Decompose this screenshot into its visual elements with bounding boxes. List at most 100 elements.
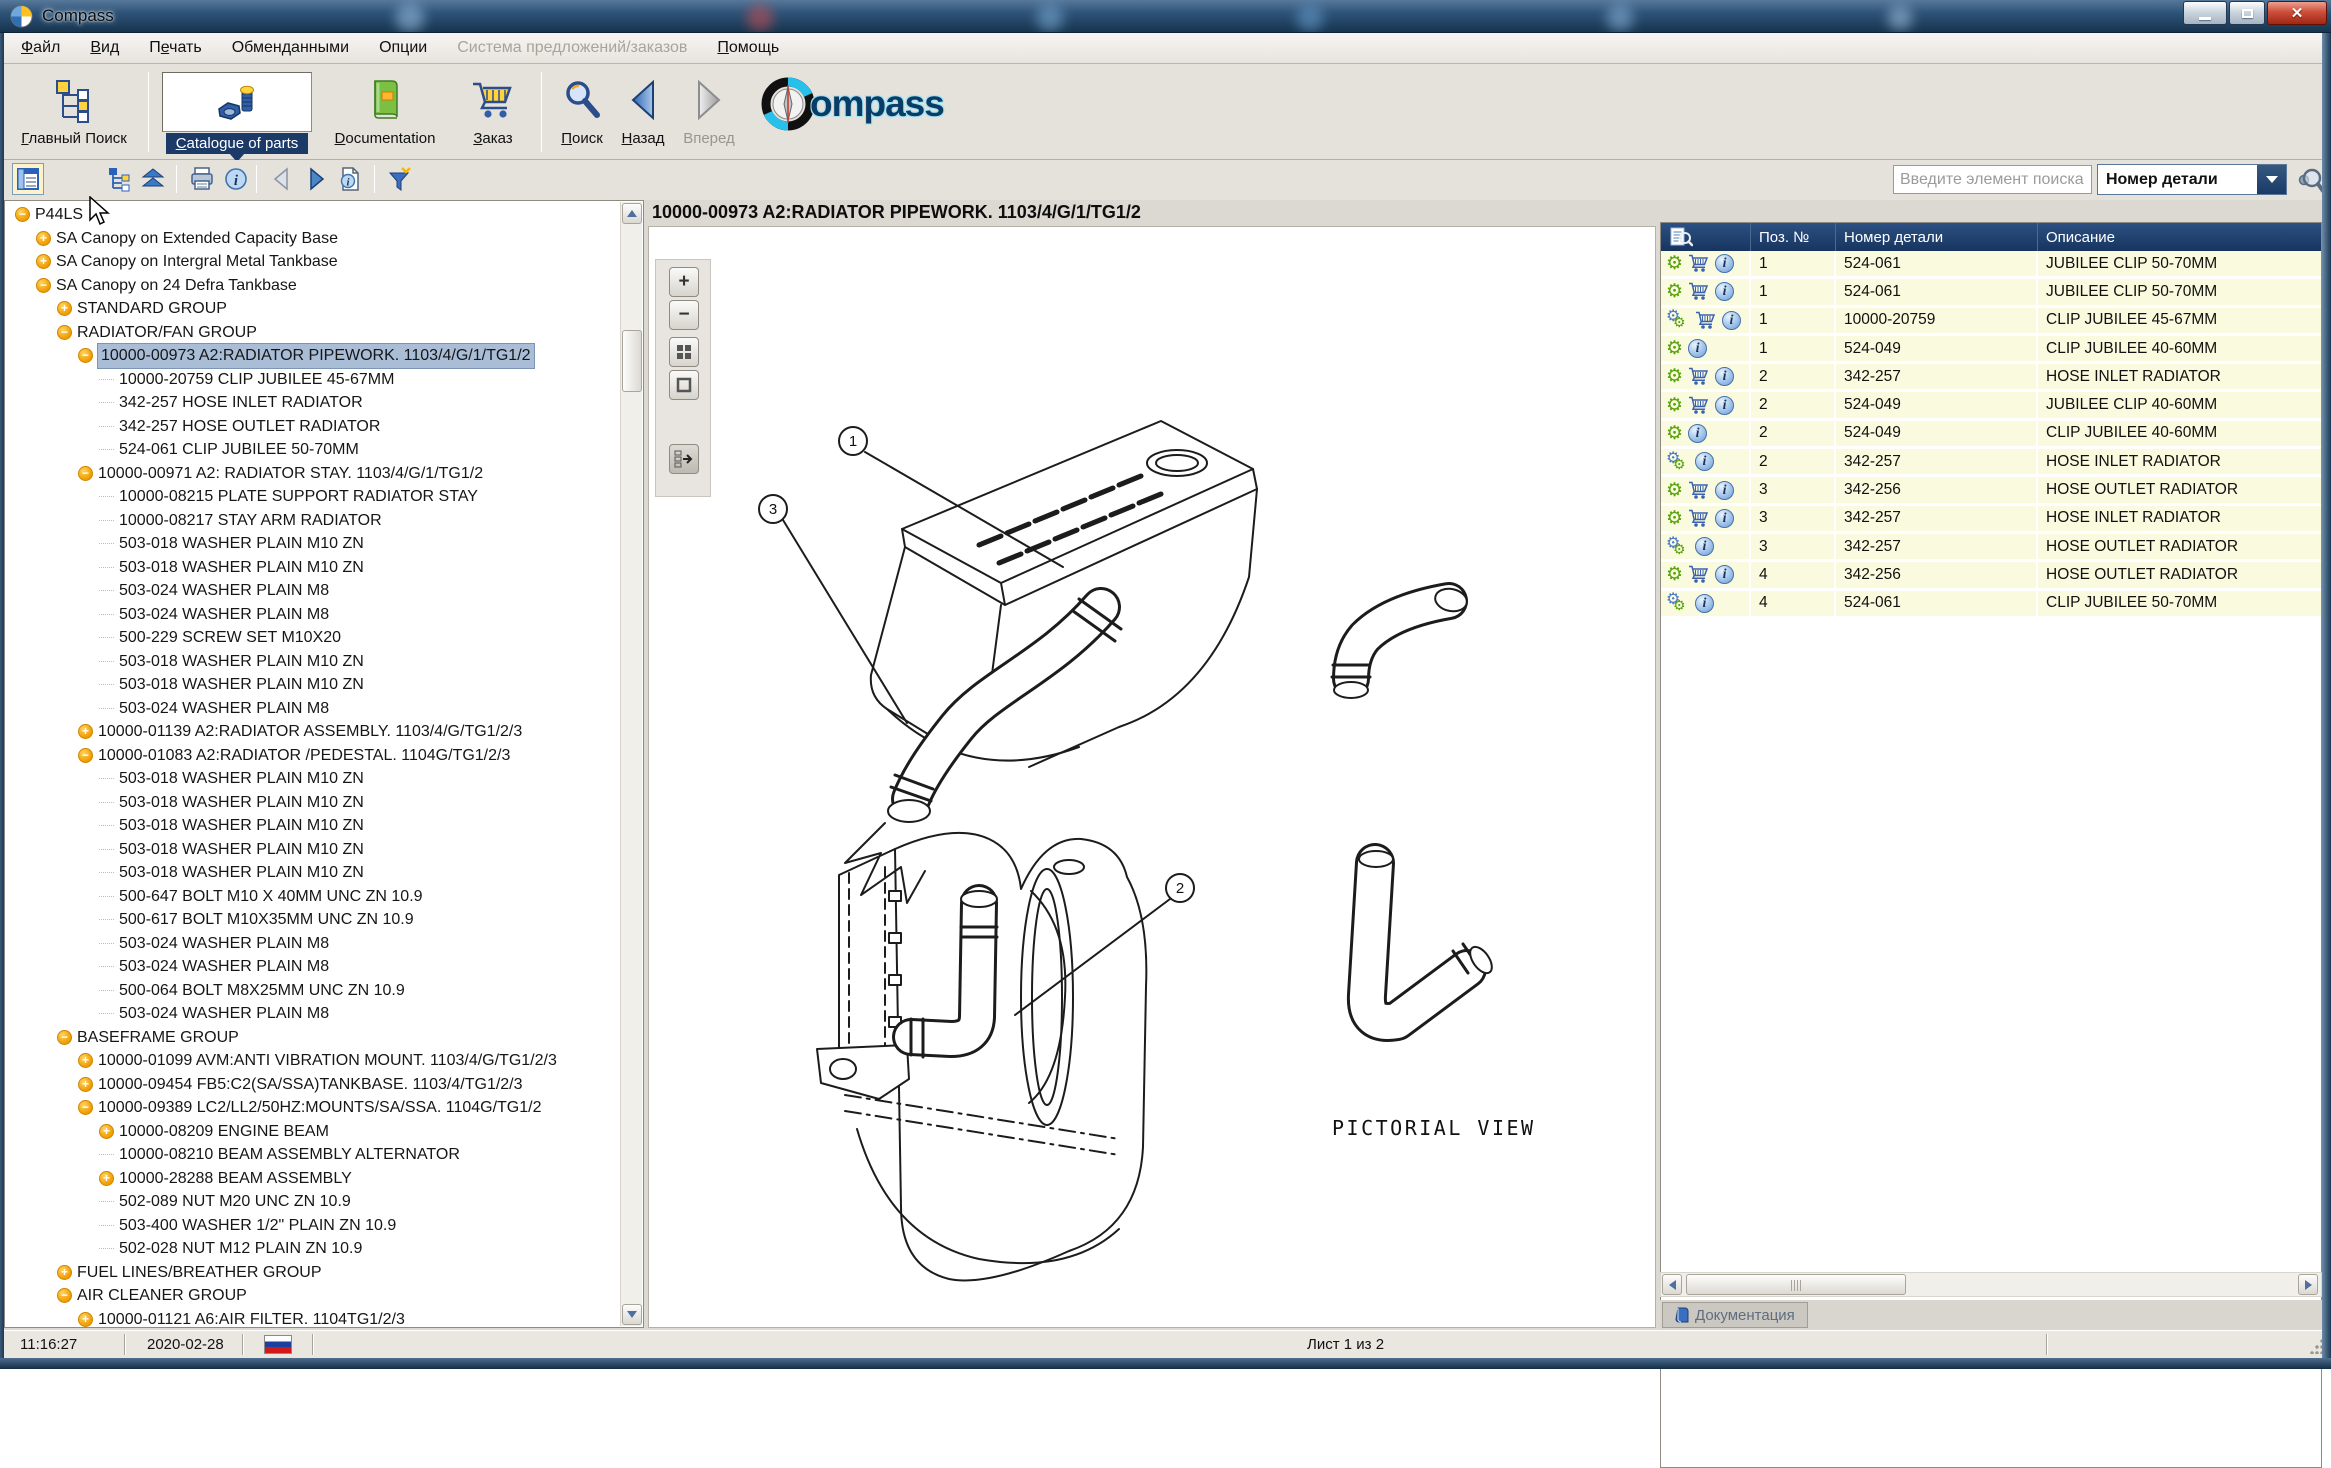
part-gear-icon[interactable]: ⚙ <box>1666 367 1683 386</box>
table-row[interactable]: ⚙i3342-257HOSE INLET RADIATOR <box>1661 506 2321 534</box>
tree-item-label[interactable]: AIR CLEANER GROUP <box>77 1284 247 1308</box>
tree-item[interactable]: 503-018 WASHER PLAIN M10 ZN <box>5 861 619 885</box>
filter-button[interactable] <box>384 163 416 195</box>
tree-item-label[interactable]: 500-617 BOLT M10X35MM UNC ZN 10.9 <box>119 908 414 932</box>
table-row[interactable]: ⚙⚙i110000-20759CLIP JUBILEE 45-67MM <box>1661 308 2321 336</box>
tree-item[interactable]: 500-064 BOLT M8X25MM UNC ZN 10.9 <box>5 979 619 1003</box>
menu-item-3[interactable]: Печать <box>134 34 216 62</box>
collapse-icon[interactable]: − <box>57 1288 72 1303</box>
info-icon[interactable]: i <box>1715 254 1734 273</box>
tree-item[interactable]: −10000-00971 A2: RADIATOR STAY. 1103/4/G… <box>5 462 619 486</box>
scroll-left-button[interactable] <box>1662 1274 1682 1295</box>
tree-item[interactable]: 342-257 HOSE OUTLET RADIATOR <box>5 415 619 439</box>
tree-item[interactable]: 500-647 BOLT M10 X 40MM UNC ZN 10.9 <box>5 885 619 909</box>
menu-item-2[interactable]: Вид <box>75 34 134 62</box>
menu-item-1[interactable]: Файл <box>6 34 75 62</box>
tree-item-label[interactable]: 503-400 WASHER 1/2" PLAIN ZN 10.9 <box>119 1214 396 1238</box>
toolbar-main-search-button[interactable]: Главный Поиск <box>10 68 138 147</box>
table-row[interactable]: ⚙i4342-256HOSE OUTLET RADIATOR <box>1661 562 2321 590</box>
tree-item[interactable]: 503-024 WASHER PLAIN M8 <box>5 932 619 956</box>
tree-item-label[interactable]: 10000-00973 A2:RADIATOR PIPEWORK. 1103/4… <box>98 344 534 368</box>
tree-item-label[interactable]: 10000-08215 PLATE SUPPORT RADIATOR STAY <box>119 485 478 509</box>
table-row[interactable]: ⚙i2524-049JUBILEE CLIP 40-60MM <box>1661 392 2321 420</box>
tree-item[interactable]: 503-024 WASHER PLAIN M8 <box>5 1002 619 1026</box>
zoom-in-button[interactable]: + <box>669 267 699 297</box>
minimize-button[interactable] <box>2183 1 2227 25</box>
table-row[interactable]: ⚙i2524-049CLIP JUBILEE 40-60MM <box>1661 421 2321 449</box>
tree-item-label[interactable]: STANDARD GROUP <box>77 297 227 321</box>
expand-icon[interactable]: + <box>36 231 51 246</box>
tree-item-label[interactable]: 10000-08210 BEAM ASSEMBLY ALTERNATOR <box>119 1143 460 1167</box>
part-gear-icon[interactable]: ⚙ <box>1666 339 1683 358</box>
expand-icon[interactable]: + <box>78 1312 93 1327</box>
part-gear-icon[interactable]: ⚙ <box>1666 424 1683 443</box>
tree-item[interactable]: + STANDARD GROUP <box>5 297 619 321</box>
info-icon[interactable]: i <box>1715 282 1734 301</box>
collapse-icon[interactable]: − <box>78 466 93 481</box>
tree-item[interactable]: + SA Canopy on Intergral Metal Tankbase <box>5 250 619 274</box>
tree-item[interactable]: +SA Canopy on Extended Capacity Base <box>5 227 619 251</box>
expand-icon[interactable]: + <box>78 724 93 739</box>
tree-item[interactable]: −10000-00973 A2:RADIATOR PIPEWORK. 1103/… <box>5 344 619 368</box>
tree-item[interactable]: 10000-20759 CLIP JUBILEE 45-67MM <box>5 368 619 392</box>
tree-item[interactable]: + FUEL LINES/BREATHER GROUP <box>5 1261 619 1285</box>
tree-item-label[interactable]: FUEL LINES/BREATHER GROUP <box>77 1261 322 1285</box>
tree-item-label[interactable]: SA Canopy on 24 Defra Tankbase <box>56 274 297 298</box>
tree-item-label[interactable]: 503-024 WASHER PLAIN M8 <box>119 955 329 979</box>
info-icon[interactable]: i <box>1722 311 1741 330</box>
tree-item[interactable]: 503-018 WASHER PLAIN M10 ZN <box>5 814 619 838</box>
search-input[interactable] <box>1893 165 2092 194</box>
expand-icon[interactable]: + <box>36 254 51 269</box>
tree-item-label[interactable]: 10000-20759 CLIP JUBILEE 45-67MM <box>119 368 394 392</box>
tree-item-label[interactable]: 10000-01083 A2:RADIATOR /PEDESTAL. 1104G… <box>98 744 510 768</box>
tree-item[interactable]: −BASEFRAME GROUP <box>5 1026 619 1050</box>
tree-item-label[interactable]: 342-257 HOSE INLET RADIATOR <box>119 391 363 415</box>
tree-item-label[interactable]: 503-018 WASHER PLAIN M10 ZN <box>119 861 364 885</box>
tree-item-label[interactable]: 502-028 NUT M12 PLAIN ZN 10.9 <box>119 1237 362 1261</box>
tree-item-label[interactable]: SA Canopy on Intergral Metal Tankbase <box>56 250 338 274</box>
expand-icon[interactable]: + <box>57 1265 72 1280</box>
tree-item-label[interactable]: 10000-01121 A6:AIR FILTER. 1104TG1/2/3 <box>98 1308 405 1329</box>
table-row[interactable]: ⚙⚙i2342-257HOSE INLET RADIATOR <box>1661 449 2321 477</box>
tree-item-label[interactable]: 10000-08217 STAY ARM RADIATOR <box>119 509 382 533</box>
expand-icon[interactable]: + <box>57 301 72 316</box>
part-gear-icon[interactable]: ⚙ <box>1666 509 1683 528</box>
tree-item[interactable]: 10000-08217 STAY ARM RADIATOR <box>5 509 619 533</box>
menu-item-4[interactable]: Обменданными <box>217 34 364 62</box>
table-h-scrollbar[interactable] <box>1660 1272 2322 1297</box>
maximize-button[interactable] <box>2229 1 2265 25</box>
info-icon[interactable]: i <box>1695 452 1714 471</box>
part-gear-icon[interactable]: ⚙ <box>1666 396 1683 415</box>
tree-item-label[interactable]: 500-229 SCREW SET M10X20 <box>119 626 341 650</box>
hierarchy-view-button[interactable] <box>104 163 136 195</box>
add-to-cart-icon[interactable] <box>1688 509 1710 528</box>
tree-item-label[interactable]: 10000-09389 LC2/LL2/50HZ:MOUNTS/SA/SSA. … <box>98 1096 542 1120</box>
toolbar-forward-button[interactable]: Вперед <box>674 68 744 147</box>
tree-item-label[interactable]: 503-018 WASHER PLAIN M10 ZN <box>119 791 364 815</box>
part-gear-icon[interactable]: ⚙ <box>1666 254 1683 273</box>
tree-item-label[interactable]: 503-024 WASHER PLAIN M8 <box>119 697 329 721</box>
nav-forward-button[interactable] <box>300 163 332 195</box>
tree-item[interactable]: −AIR CLEANER GROUP <box>5 1284 619 1308</box>
table-row[interactable]: ⚙i3342-256HOSE OUTLET RADIATOR <box>1661 477 2321 505</box>
tree-scrollbar[interactable] <box>620 202 642 1326</box>
tree-item[interactable]: 503-018 WASHER PLAIN M10 ZN <box>5 556 619 580</box>
tree-item-label[interactable]: 10000-09454 FB5:C2(SA/SSA)TANKBASE. 1103… <box>98 1073 523 1097</box>
tree-item[interactable]: +10000-09454 FB5:C2(SA/SSA)TANKBASE. 110… <box>5 1073 619 1097</box>
add-to-cart-icon[interactable] <box>1688 254 1710 273</box>
toolbar-order-button[interactable]: Заказ <box>455 68 531 147</box>
part-gear-icon[interactable]: ⚙ <box>1666 481 1683 500</box>
table-row[interactable]: ⚙i1524-061JUBILEE CLIP 50-70MM <box>1661 251 2321 279</box>
toolbar-documentation-button[interactable]: Documentation <box>315 68 455 147</box>
add-to-cart-icon[interactable] <box>1688 282 1710 301</box>
tree-item-label[interactable]: 503-018 WASHER PLAIN M10 ZN <box>119 673 364 697</box>
add-to-cart-icon[interactable] <box>1688 565 1710 584</box>
tree-item[interactable]: −10000-01083 A2:RADIATOR /PEDESTAL. 1104… <box>5 744 619 768</box>
tree-item-label[interactable]: 503-018 WASHER PLAIN M10 ZN <box>119 556 364 580</box>
scroll-right-button[interactable] <box>2298 1274 2318 1295</box>
tree-item-label[interactable]: 503-018 WASHER PLAIN M10 ZN <box>119 650 364 674</box>
tile-view-button[interactable] <box>669 337 699 367</box>
table-row[interactable]: ⚙⚙i3342-257HOSE OUTLET RADIATOR <box>1661 534 2321 562</box>
tree-item-label[interactable]: 524-061 CLIP JUBILEE 50-70MM <box>119 438 359 462</box>
table-row[interactable]: ⚙i2342-257HOSE INLET RADIATOR <box>1661 364 2321 392</box>
